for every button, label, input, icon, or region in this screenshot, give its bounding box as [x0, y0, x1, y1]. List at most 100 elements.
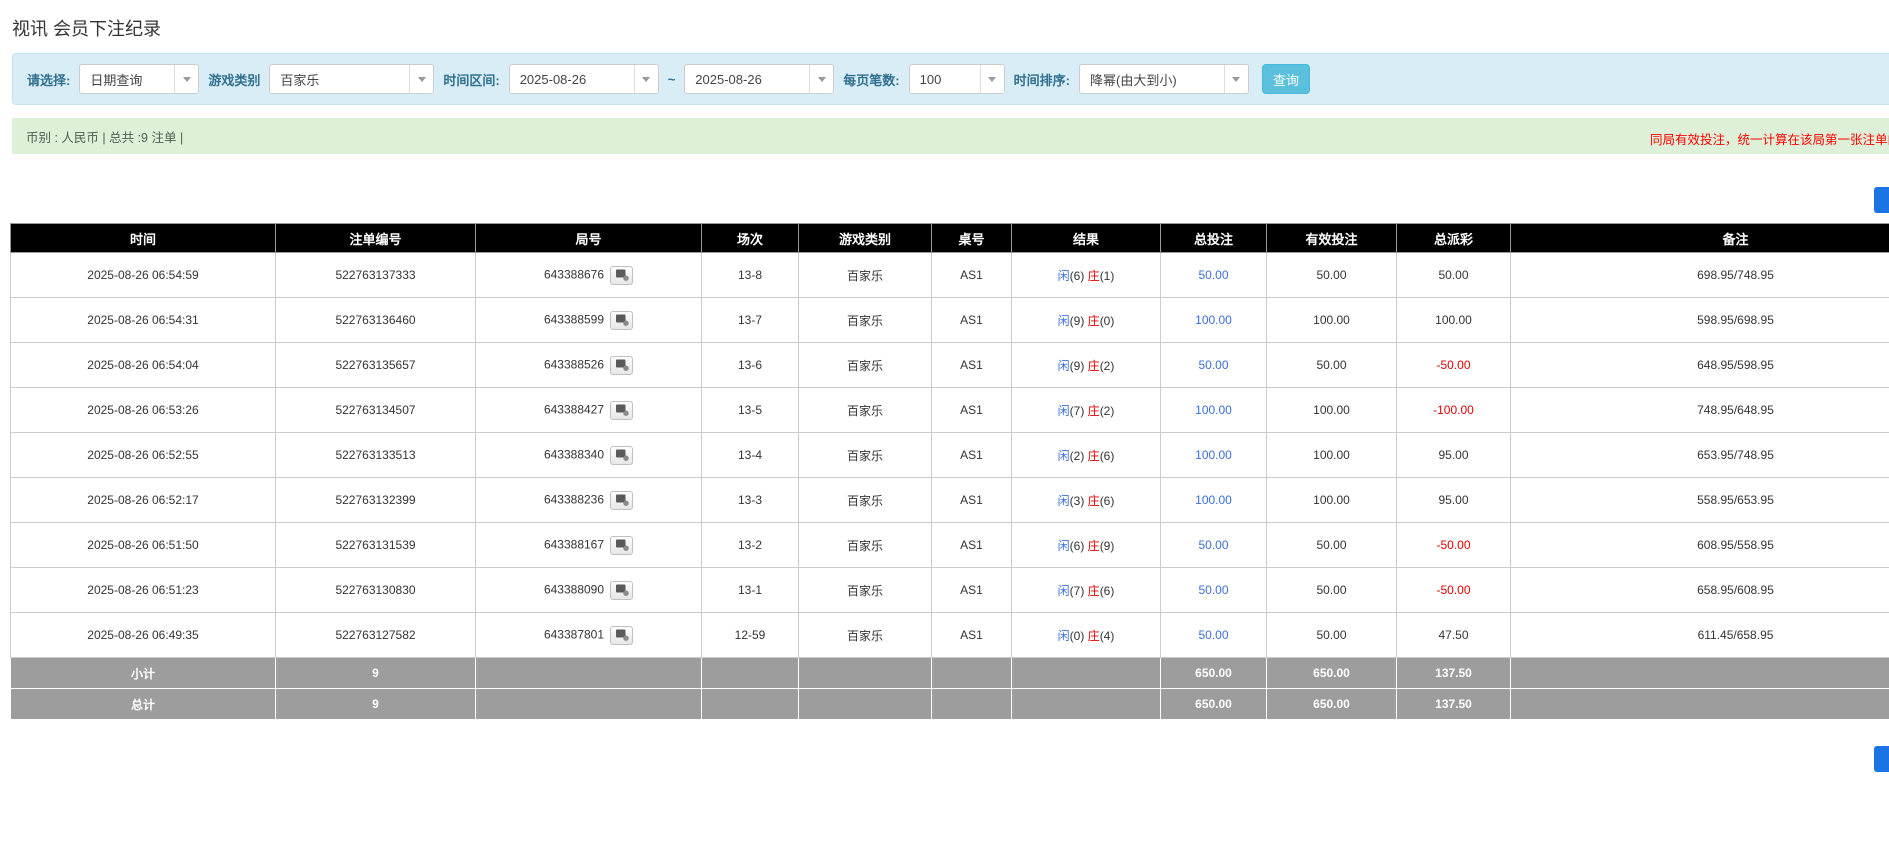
game-type-select[interactable]: 百家乐	[269, 64, 434, 94]
cell-valid-bet: 50.00	[1267, 253, 1397, 298]
cell-table-number: AS1	[932, 433, 1012, 478]
total-valid-bet: 650.00	[1267, 689, 1397, 720]
cell-remark: 648.95/598.95	[1511, 343, 1889, 388]
currency-summary-text: 币别 : 人民币 | 总共 :9 注单 |	[26, 127, 183, 146]
chevron-down-icon[interactable]	[980, 65, 1004, 93]
cell-valid-bet: 100.00	[1267, 478, 1397, 523]
total-bet-link[interactable]: 50.00	[1198, 358, 1228, 372]
cell-round-number: 643388167	[476, 523, 702, 568]
total-bet-link[interactable]: 50.00	[1198, 538, 1228, 552]
cell-time: 2025-08-26 06:54:31	[11, 298, 276, 343]
search-button[interactable]: 查询	[1262, 64, 1310, 94]
banker-result[interactable]: 庄	[1088, 269, 1100, 283]
video-replay-icon[interactable]	[610, 266, 633, 285]
cell-remark: 608.95/558.95	[1511, 523, 1889, 568]
header-table-number: 桌号	[932, 224, 1012, 253]
chevron-down-icon[interactable]	[634, 65, 658, 93]
page-size-select[interactable]: 100	[909, 64, 1005, 94]
cell-game-type: 百家乐	[799, 478, 932, 523]
cell-time: 2025-08-26 06:54:04	[11, 343, 276, 388]
banker-result[interactable]: 庄	[1088, 584, 1100, 598]
player-result[interactable]: 闲	[1058, 269, 1070, 283]
video-replay-icon[interactable]	[610, 626, 633, 645]
video-replay-icon[interactable]	[610, 536, 633, 555]
cell-table-number: AS1	[932, 478, 1012, 523]
banker-result[interactable]: 庄	[1088, 314, 1100, 328]
cell-total-bet: 100.00	[1161, 298, 1267, 343]
subtotal-count: 9	[276, 658, 476, 689]
video-replay-icon[interactable]	[610, 311, 633, 330]
subtotal-payout: 137.50	[1397, 658, 1511, 689]
cell-payout: -50.00	[1397, 523, 1511, 568]
time-sort-label: 时间排序:	[1014, 70, 1070, 89]
query-type-select[interactable]: 日期查询	[79, 64, 199, 94]
player-result[interactable]: 闲	[1058, 314, 1070, 328]
video-replay-icon[interactable]	[610, 446, 633, 465]
total-bet-link[interactable]: 100.00	[1195, 448, 1232, 462]
cell-remark: 658.95/608.95	[1511, 568, 1889, 613]
cell-bet-number: 522763127582	[276, 613, 476, 658]
date-from-select[interactable]: 2025-08-26	[509, 64, 659, 94]
table-row: 2025-08-26 06:52:17 522763132399 6433882…	[11, 478, 1889, 523]
cell-table-number: AS1	[932, 253, 1012, 298]
player-result[interactable]: 闲	[1058, 449, 1070, 463]
player-result[interactable]: 闲	[1058, 359, 1070, 373]
chevron-down-icon[interactable]	[809, 65, 833, 93]
chevron-down-icon[interactable]	[174, 65, 198, 93]
total-bet-link[interactable]: 100.00	[1195, 403, 1232, 417]
table-row: 2025-08-26 06:54:59 522763137333 6433886…	[11, 253, 1889, 298]
time-sort-value: 降幂(由大到小)	[1080, 65, 1224, 93]
player-result[interactable]: 闲	[1058, 404, 1070, 418]
page-title: 视讯 会员下注纪录	[12, 15, 1889, 41]
cell-bet-number: 522763131539	[276, 523, 476, 568]
cell-game-type: 百家乐	[799, 613, 932, 658]
valid-bet-note: 同局有效投注，统一计算在该局第一张注单内	[1650, 129, 1889, 148]
export-button-top[interactable]	[1874, 187, 1889, 213]
total-bet-link[interactable]: 100.00	[1195, 493, 1232, 507]
date-to-value: 2025-08-26	[685, 65, 809, 93]
total-total-bet: 650.00	[1161, 689, 1267, 720]
date-to-select[interactable]: 2025-08-26	[684, 64, 834, 94]
cell-game-type: 百家乐	[799, 298, 932, 343]
banker-result[interactable]: 庄	[1088, 494, 1100, 508]
chevron-down-icon[interactable]	[1224, 65, 1248, 93]
total-bet-link[interactable]: 100.00	[1195, 313, 1232, 327]
player-result[interactable]: 闲	[1058, 629, 1070, 643]
cell-payout: -50.00	[1397, 343, 1511, 388]
cell-game-type: 百家乐	[799, 568, 932, 613]
cell-bet-number: 522763136460	[276, 298, 476, 343]
total-bet-link[interactable]: 50.00	[1198, 583, 1228, 597]
video-replay-icon[interactable]	[610, 356, 633, 375]
page-size-value: 100	[910, 65, 980, 93]
cell-payout: -50.00	[1397, 568, 1511, 613]
cell-game-type: 百家乐	[799, 388, 932, 433]
cell-session: 13-6	[702, 343, 799, 388]
banker-result[interactable]: 庄	[1088, 359, 1100, 373]
game-type-value: 百家乐	[270, 65, 409, 93]
bet-records-table: 时间 注单编号 局号 场次 游戏类别 桌号 结果 总投注 有效投注 总派彩 备注…	[10, 223, 1889, 720]
video-replay-icon[interactable]	[610, 581, 633, 600]
banker-result[interactable]: 庄	[1088, 404, 1100, 418]
cell-bet-number: 522763135657	[276, 343, 476, 388]
banker-result[interactable]: 庄	[1088, 539, 1100, 553]
player-result[interactable]: 闲	[1058, 584, 1070, 598]
video-replay-icon[interactable]	[610, 401, 633, 420]
total-bet-link[interactable]: 50.00	[1198, 628, 1228, 642]
cell-result: 闲(3) 庄(6)	[1012, 478, 1161, 523]
total-bet-link[interactable]: 50.00	[1198, 268, 1228, 282]
cell-round-number: 643388236	[476, 478, 702, 523]
video-replay-icon[interactable]	[610, 491, 633, 510]
banker-result[interactable]: 庄	[1088, 449, 1100, 463]
player-result[interactable]: 闲	[1058, 494, 1070, 508]
cell-payout: 100.00	[1397, 298, 1511, 343]
player-result[interactable]: 闲	[1058, 539, 1070, 553]
date-range-separator: ~	[668, 72, 676, 87]
chevron-down-icon[interactable]	[409, 65, 433, 93]
banker-result[interactable]: 庄	[1088, 629, 1100, 643]
subtotal-valid-bet: 650.00	[1267, 658, 1397, 689]
time-sort-select[interactable]: 降幂(由大到小)	[1079, 64, 1249, 94]
header-game-type: 游戏类别	[799, 224, 932, 253]
export-button-bottom[interactable]	[1874, 746, 1889, 772]
cell-payout: 95.00	[1397, 478, 1511, 523]
total-count: 9	[276, 689, 476, 720]
